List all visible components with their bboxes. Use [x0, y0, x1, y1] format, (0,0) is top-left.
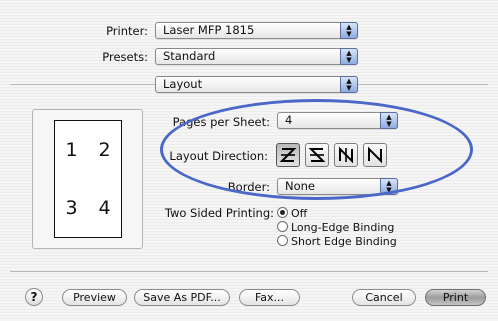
fax-button[interactable]: Fax...: [239, 289, 300, 306]
radio-label: Short Edge Binding: [291, 235, 397, 248]
popup-arrows-icon: ▲ ▼: [340, 22, 358, 39]
save-as-pdf-button[interactable]: Save As PDF...: [134, 289, 230, 306]
preview-page-number: 2: [98, 139, 111, 161]
preview-page-number: 4: [98, 197, 111, 219]
border-popup[interactable]: None ▲ ▼: [277, 178, 398, 195]
radio-icon: [277, 235, 288, 246]
print-button[interactable]: Print: [425, 289, 486, 306]
preview-sheet: 1 2 3 4: [54, 120, 122, 238]
layout-direction-label: Layout Direction:: [169, 149, 268, 163]
pages-per-sheet-popup[interactable]: 4 ▲ ▼: [277, 112, 398, 129]
pages-per-sheet-label: Pages per Sheet:: [172, 115, 270, 129]
z-order-icon: [279, 148, 297, 162]
popup-arrows-icon: ▲ ▼: [340, 48, 358, 65]
reverse-n-order-icon: [368, 146, 382, 164]
layout-preview: 1 2 3 4: [32, 109, 143, 249]
printer-value: Laser MFP 1815: [163, 23, 255, 37]
preview-page-number: 1: [65, 139, 78, 161]
presets-popup[interactable]: Standard ▲ ▼: [155, 48, 358, 65]
two-sided-off-radio[interactable]: Off: [277, 207, 308, 220]
layout-direction-reverse-z-button[interactable]: [305, 143, 329, 167]
cancel-button[interactable]: Cancel: [352, 289, 416, 306]
popup-arrows-icon: ▲ ▼: [340, 76, 358, 93]
presets-value: Standard: [163, 49, 216, 63]
panel-value: Layout: [163, 77, 203, 91]
radio-selected-icon: [277, 207, 288, 218]
layout-direction-reverse-n-button[interactable]: [363, 143, 387, 167]
preview-button[interactable]: Preview: [62, 289, 127, 306]
border-label: Border:: [227, 180, 270, 194]
two-sided-short-edge-radio[interactable]: Short Edge Binding: [277, 235, 397, 248]
n-order-icon: [339, 146, 353, 164]
popup-arrows-icon: ▲ ▼: [380, 112, 398, 129]
printer-label: Printer:: [106, 24, 148, 38]
pages-per-sheet-value: 4: [285, 113, 293, 127]
help-button[interactable]: ?: [25, 288, 43, 306]
separator-line: [10, 271, 488, 272]
border-value: None: [285, 179, 316, 193]
radio-label: Off: [291, 207, 308, 220]
layout-direction-z-button[interactable]: [276, 143, 300, 167]
popup-arrows-icon: ▲ ▼: [380, 178, 398, 195]
preview-page-number: 3: [65, 197, 78, 219]
two-sided-label: Two Sided Printing:: [164, 206, 274, 220]
radio-label: Long-Edge Binding: [291, 221, 395, 234]
radio-icon: [277, 221, 288, 232]
two-sided-long-edge-radio[interactable]: Long-Edge Binding: [277, 221, 395, 234]
printer-popup[interactable]: Laser MFP 1815 ▲ ▼: [155, 22, 358, 39]
panel-popup[interactable]: Layout ▲ ▼: [155, 76, 358, 93]
presets-label: Presets:: [102, 50, 148, 64]
reverse-z-order-icon: [308, 148, 326, 162]
layout-direction-n-button[interactable]: [334, 143, 358, 167]
